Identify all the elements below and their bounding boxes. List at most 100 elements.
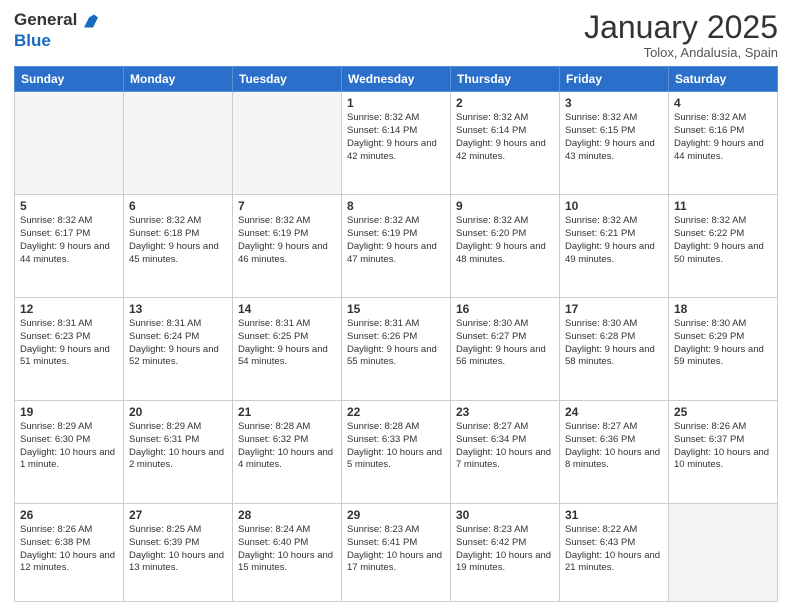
day-number: 31 bbox=[565, 508, 663, 522]
day-number: 28 bbox=[238, 508, 336, 522]
day-info: Sunrise: 8:29 AM Sunset: 6:31 PM Dayligh… bbox=[129, 421, 227, 472]
weekday-header: Monday bbox=[124, 67, 233, 92]
weekday-header: Thursday bbox=[451, 67, 560, 92]
top-section: General Blue January 2025 Tolox, Andalus… bbox=[14, 10, 778, 60]
day-number: 10 bbox=[565, 199, 663, 213]
calendar-day: 27Sunrise: 8:25 AM Sunset: 6:39 PM Dayli… bbox=[124, 503, 233, 601]
month-title: January 2025 bbox=[584, 10, 778, 45]
calendar-day bbox=[669, 503, 778, 601]
calendar-week-row: 26 Sunrise: 8:26 AM Sunset: 6:38 PM Dayli… bbox=[15, 503, 778, 601]
calendar-day: 14 Sunrise: 8:31 AM Sunset: 6:25 PM Dayli… bbox=[233, 298, 342, 401]
day-info: Sunrise: 8:28 AM Sunset: 6:32 PM Dayligh… bbox=[238, 421, 336, 472]
logo: General Blue bbox=[14, 10, 99, 50]
calendar-day: 16 Sunrise: 8:30 AM Sunset: 6:27 PM Dayli… bbox=[451, 298, 560, 401]
calendar-day: 22 Sunrise: 8:28 AM Sunset: 6:33 PM Dayli… bbox=[342, 400, 451, 503]
calendar-day bbox=[15, 92, 124, 195]
day-info: Sunrise: 8:24 AM Sunset: 6:40 PM Dayligh… bbox=[238, 524, 336, 575]
day-number: 1 bbox=[347, 96, 445, 110]
calendar-day: 5Sunrise: 8:32 AM Sunset: 6:17 PM Daylig… bbox=[15, 195, 124, 298]
calendar-day: 18 Sunrise: 8:30 AM Sunset: 6:29 PM Dayli… bbox=[669, 298, 778, 401]
day-number: 8 bbox=[347, 199, 445, 213]
calendar-week-row: 5Sunrise: 8:32 AM Sunset: 6:17 PM Daylig… bbox=[15, 195, 778, 298]
day-info: Sunrise: 8:32 AM Sunset: 6:19 PM Dayligh… bbox=[238, 215, 336, 266]
day-number: 25 bbox=[674, 405, 772, 419]
day-number: 26 bbox=[20, 508, 118, 522]
day-info: Sunrise: 8:30 AM Sunset: 6:28 PM Dayligh… bbox=[565, 318, 663, 369]
day-info: Sunrise: 8:26 AM Sunset: 6:38 PM Dayligh… bbox=[20, 524, 118, 575]
calendar-day: 23 Sunrise: 8:27 AM Sunset: 6:34 PM Dayli… bbox=[451, 400, 560, 503]
calendar-day: 9Sunrise: 8:32 AM Sunset: 6:20 PM Daylig… bbox=[451, 195, 560, 298]
day-number: 22 bbox=[347, 405, 445, 419]
day-info: Sunrise: 8:26 AM Sunset: 6:37 PM Dayligh… bbox=[674, 421, 772, 472]
day-number: 30 bbox=[456, 508, 554, 522]
location: Tolox, Andalusia, Spain bbox=[584, 45, 778, 60]
day-info: Sunrise: 8:30 AM Sunset: 6:27 PM Dayligh… bbox=[456, 318, 554, 369]
calendar-day bbox=[124, 92, 233, 195]
calendar-day: 15 Sunrise: 8:31 AM Sunset: 6:26 PM Dayli… bbox=[342, 298, 451, 401]
calendar-day: 17Sunrise: 8:30 AM Sunset: 6:28 PM Dayli… bbox=[560, 298, 669, 401]
day-info: Sunrise: 8:23 AM Sunset: 6:41 PM Dayligh… bbox=[347, 524, 445, 575]
calendar-week-row: 19 Sunrise: 8:29 AM Sunset: 6:30 PM Dayli… bbox=[15, 400, 778, 503]
calendar-day: 13Sunrise: 8:31 AM Sunset: 6:24 PM Dayli… bbox=[124, 298, 233, 401]
day-info: Sunrise: 8:32 AM Sunset: 6:21 PM Dayligh… bbox=[565, 215, 663, 266]
day-info: Sunrise: 8:32 AM Sunset: 6:20 PM Dayligh… bbox=[456, 215, 554, 266]
header-right: January 2025 Tolox, Andalusia, Spain bbox=[584, 10, 778, 60]
day-info: Sunrise: 8:28 AM Sunset: 6:33 PM Dayligh… bbox=[347, 421, 445, 472]
day-number: 23 bbox=[456, 405, 554, 419]
calendar-day: 20 Sunrise: 8:29 AM Sunset: 6:31 PM Dayli… bbox=[124, 400, 233, 503]
day-info: Sunrise: 8:32 AM Sunset: 6:16 PM Dayligh… bbox=[674, 112, 772, 163]
calendar-header: SundayMondayTuesdayWednesdayThursdayFrid… bbox=[15, 67, 778, 92]
calendar-day: 4Sunrise: 8:32 AM Sunset: 6:16 PM Daylig… bbox=[669, 92, 778, 195]
day-info: Sunrise: 8:27 AM Sunset: 6:34 PM Dayligh… bbox=[456, 421, 554, 472]
day-info: Sunrise: 8:32 AM Sunset: 6:14 PM Dayligh… bbox=[456, 112, 554, 163]
day-info: Sunrise: 8:32 AM Sunset: 6:22 PM Dayligh… bbox=[674, 215, 772, 266]
day-number: 29 bbox=[347, 508, 445, 522]
calendar-day: 21 Sunrise: 8:28 AM Sunset: 6:32 PM Dayli… bbox=[233, 400, 342, 503]
logo-text: General Blue bbox=[14, 10, 99, 50]
calendar-day: 1Sunrise: 8:32 AM Sunset: 6:14 PM Daylig… bbox=[342, 92, 451, 195]
calendar-day: 31 Sunrise: 8:22 AM Sunset: 6:43 PM Dayli… bbox=[560, 503, 669, 601]
weekday-header: Sunday bbox=[15, 67, 124, 92]
weekday-header: Wednesday bbox=[342, 67, 451, 92]
day-info: Sunrise: 8:27 AM Sunset: 6:36 PM Dayligh… bbox=[565, 421, 663, 472]
day-number: 21 bbox=[238, 405, 336, 419]
day-info: Sunrise: 8:25 AM Sunset: 6:39 PM Dayligh… bbox=[129, 524, 227, 575]
calendar: SundayMondayTuesdayWednesdayThursdayFrid… bbox=[14, 66, 778, 602]
day-number: 12 bbox=[20, 302, 118, 316]
day-info: Sunrise: 8:32 AM Sunset: 6:18 PM Dayligh… bbox=[129, 215, 227, 266]
day-info: Sunrise: 8:23 AM Sunset: 6:42 PM Dayligh… bbox=[456, 524, 554, 575]
day-info: Sunrise: 8:31 AM Sunset: 6:26 PM Dayligh… bbox=[347, 318, 445, 369]
day-info: Sunrise: 8:30 AM Sunset: 6:29 PM Dayligh… bbox=[674, 318, 772, 369]
weekday-row: SundayMondayTuesdayWednesdayThursdayFrid… bbox=[15, 67, 778, 92]
calendar-day: 11Sunrise: 8:32 AM Sunset: 6:22 PM Dayli… bbox=[669, 195, 778, 298]
day-number: 19 bbox=[20, 405, 118, 419]
day-info: Sunrise: 8:22 AM Sunset: 6:43 PM Dayligh… bbox=[565, 524, 663, 575]
calendar-day: 7Sunrise: 8:32 AM Sunset: 6:19 PM Daylig… bbox=[233, 195, 342, 298]
calendar-day: 12 Sunrise: 8:31 AM Sunset: 6:23 PM Dayli… bbox=[15, 298, 124, 401]
day-info: Sunrise: 8:31 AM Sunset: 6:25 PM Dayligh… bbox=[238, 318, 336, 369]
calendar-day: 8Sunrise: 8:32 AM Sunset: 6:19 PM Daylig… bbox=[342, 195, 451, 298]
calendar-day: 19 Sunrise: 8:29 AM Sunset: 6:30 PM Dayli… bbox=[15, 400, 124, 503]
day-number: 2 bbox=[456, 96, 554, 110]
calendar-day: 24 Sunrise: 8:27 AM Sunset: 6:36 PM Dayli… bbox=[560, 400, 669, 503]
calendar-day: 3Sunrise: 8:32 AM Sunset: 6:15 PM Daylig… bbox=[560, 92, 669, 195]
day-info: Sunrise: 8:31 AM Sunset: 6:24 PM Dayligh… bbox=[129, 318, 227, 369]
day-number: 14 bbox=[238, 302, 336, 316]
day-number: 20 bbox=[129, 405, 227, 419]
day-info: Sunrise: 8:31 AM Sunset: 6:23 PM Dayligh… bbox=[20, 318, 118, 369]
day-number: 18 bbox=[674, 302, 772, 316]
calendar-day: 25 Sunrise: 8:26 AM Sunset: 6:37 PM Dayli… bbox=[669, 400, 778, 503]
calendar-body: 1 Sunrise: 8:32 AM Sunset: 6:14 PM Daylig… bbox=[15, 92, 778, 602]
calendar-day: 26 Sunrise: 8:26 AM Sunset: 6:38 PM Dayli… bbox=[15, 503, 124, 601]
calendar-day: 30 Sunrise: 8:23 AM Sunset: 6:42 PM Dayli… bbox=[451, 503, 560, 601]
weekday-header: Tuesday bbox=[233, 67, 342, 92]
day-info: Sunrise: 8:29 AM Sunset: 6:30 PM Dayligh… bbox=[20, 421, 118, 472]
calendar-day: 2 Sunrise: 8:32 AM Sunset: 6:14 PM Daylig… bbox=[451, 92, 560, 195]
day-number: 24 bbox=[565, 405, 663, 419]
calendar-week-row: 1 Sunrise: 8:32 AM Sunset: 6:14 PM Daylig… bbox=[15, 92, 778, 195]
weekday-header: Saturday bbox=[669, 67, 778, 92]
weekday-header: Friday bbox=[560, 67, 669, 92]
calendar-day: 29 Sunrise: 8:23 AM Sunset: 6:41 PM Dayli… bbox=[342, 503, 451, 601]
day-number: 16 bbox=[456, 302, 554, 316]
day-number: 15 bbox=[347, 302, 445, 316]
